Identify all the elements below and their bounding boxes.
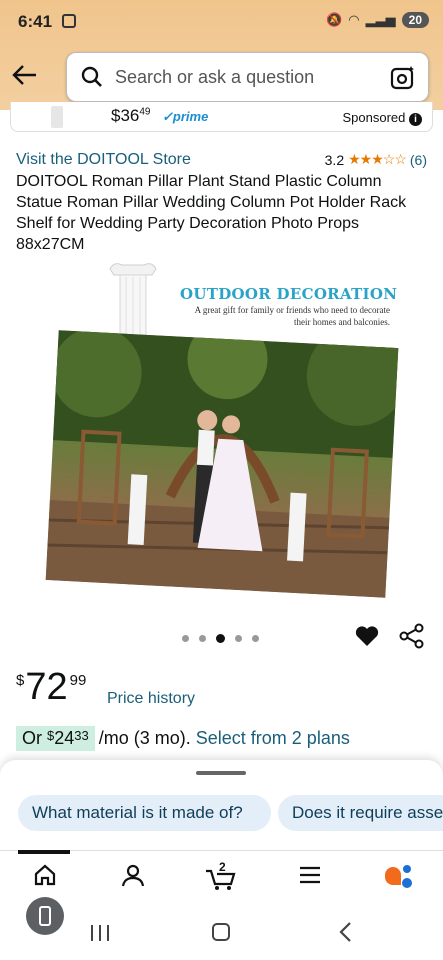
select-plans-link[interactable]: Select from 2 plans xyxy=(196,728,350,749)
sponsored-price: $3649 xyxy=(111,106,151,125)
account-icon[interactable] xyxy=(121,863,145,892)
question-chip[interactable]: What material is it made of? xyxy=(18,795,271,831)
store-link[interactable]: Visit the DOITOOL Store xyxy=(16,151,191,169)
image-headline: OUTDOOR DECORATION xyxy=(180,285,398,303)
home-icon[interactable] xyxy=(33,863,57,892)
installment-highlight: Or $24 33 xyxy=(16,726,95,751)
search-bar[interactable]: Search or ask a question xyxy=(66,52,429,102)
rating-stars-icon: ★★★☆☆ xyxy=(348,151,407,167)
screenshot-icon xyxy=(62,14,76,28)
carousel-dot[interactable] xyxy=(182,635,189,642)
image-subline: A great gift for family or friends who n… xyxy=(194,305,390,327)
wedding-photo xyxy=(45,330,399,598)
price-history-link[interactable]: Price history xyxy=(107,690,195,708)
bottom-navigation xyxy=(0,850,443,898)
sheet-drag-handle[interactable] xyxy=(196,771,246,775)
sponsored-thumbnail xyxy=(51,106,63,128)
prime-badge: ✓prime xyxy=(162,109,209,124)
sponsored-label[interactable]: Sponsored i xyxy=(342,110,422,126)
menu-icon[interactable] xyxy=(298,863,322,892)
question-chip[interactable]: Does it require asse xyxy=(278,795,443,831)
carousel-dot-active[interactable] xyxy=(216,634,225,643)
recent-apps-icon[interactable] xyxy=(90,925,110,946)
status-bar: 6:41 🔕 ◠ ▂▃▅ 20 xyxy=(0,0,443,42)
mute-icon: 🔕 xyxy=(326,12,343,27)
wifi-icon: ◠ xyxy=(348,12,360,27)
carousel-dot[interactable] xyxy=(235,635,242,642)
installment-term: /mo (3 mo). xyxy=(98,728,191,748)
battery-indicator: 20 xyxy=(401,12,429,28)
phone-icon xyxy=(39,906,51,926)
product-image[interactable]: OUTDOOR DECORATION A great gift for fami… xyxy=(45,255,400,600)
rufus-assistant-icon[interactable] xyxy=(383,863,413,894)
rating-value: 3.2 xyxy=(324,151,345,168)
product-price: $72 99 xyxy=(16,666,87,708)
floating-phone-bubble[interactable] xyxy=(26,897,64,935)
system-icons: 🔕 ◠ ▂▃▅ 20 xyxy=(326,12,429,28)
carousel-dot[interactable] xyxy=(252,635,259,642)
info-icon: i xyxy=(409,113,422,126)
search-icon xyxy=(81,66,103,93)
status-time: 6:41 xyxy=(18,12,53,31)
cart-count: 2 xyxy=(219,860,226,874)
share-icon[interactable] xyxy=(399,623,425,654)
installment-offer: Or $24 33 /mo (3 mo). Select from 2 plans xyxy=(16,726,350,751)
product-title: DOITOOL Roman Pillar Plant Stand Plastic… xyxy=(16,173,407,253)
camera-search-icon[interactable] xyxy=(390,65,416,96)
product-rating[interactable]: 3.2 ★★★☆☆ (6) xyxy=(325,151,427,168)
search-input[interactable]: Search or ask a question xyxy=(115,67,314,88)
image-carousel-dots[interactable] xyxy=(182,634,259,643)
back-arrow-icon[interactable] xyxy=(12,62,40,90)
home-button-icon[interactable] xyxy=(212,923,230,941)
sponsored-product-strip[interactable]: $3649 ✓prime Sponsored i xyxy=(10,102,433,132)
heart-icon[interactable] xyxy=(354,623,380,654)
active-tab-indicator xyxy=(18,850,70,854)
signal-icon: ▂▃▅ xyxy=(365,12,396,27)
rating-count[interactable]: (6) xyxy=(410,152,427,168)
system-back-icon[interactable] xyxy=(338,922,352,947)
carousel-dot[interactable] xyxy=(199,635,206,642)
